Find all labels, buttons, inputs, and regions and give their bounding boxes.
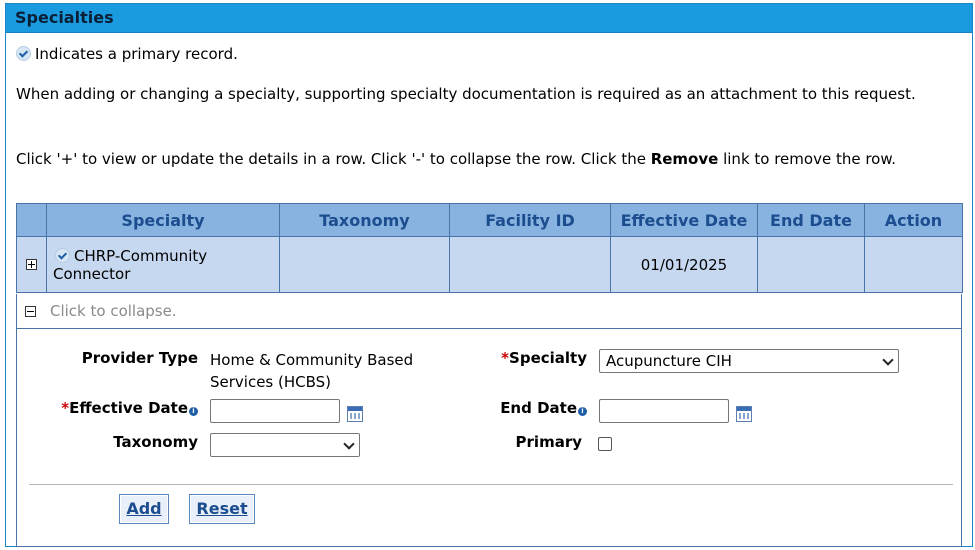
instructions-part2: link to remove the row. <box>718 150 897 168</box>
expand-cell <box>16 236 47 293</box>
primary-checkbox[interactable] <box>598 437 612 451</box>
taxonomy-label: Taxonomy <box>113 433 198 451</box>
specialty-label: *Specialty <box>487 349 587 367</box>
chevron-down-icon <box>882 354 894 366</box>
instructions-remove-word: Remove <box>650 150 719 168</box>
specialty-cell: CHRP-Community Connector <box>46 236 280 293</box>
specialty-detail-form: Provider Type Home & Community Based Ser… <box>16 329 962 547</box>
chevron-down-icon <box>343 438 355 450</box>
primary-legend: Indicates a primary record. <box>16 44 952 65</box>
end-date-input[interactable] <box>599 399 729 423</box>
primary-legend-text: Indicates a primary record. <box>35 45 238 63</box>
calendar-icon[interactable] <box>347 406 363 422</box>
taxonomy-select[interactable] <box>210 433 360 457</box>
add-button[interactable]: Add <box>119 494 169 524</box>
specialty-select[interactable]: Acupuncture CIH <box>599 349 899 373</box>
col-expand <box>16 203 47 237</box>
required-mark: * <box>501 349 510 367</box>
calendar-icon[interactable] <box>736 406 752 422</box>
col-specialty[interactable]: Specialty <box>46 203 280 237</box>
required-mark: * <box>61 399 70 417</box>
effective-date-label: *Effective Date i <box>37 399 198 417</box>
instructions-part1: Click '+' to view or update the details … <box>16 150 651 168</box>
info-icon[interactable]: i <box>578 407 587 416</box>
provider-type-value: Home & Community Based Services (HCBS) <box>210 351 414 391</box>
effective-date-label-text: Effective Date <box>69 399 188 417</box>
col-action: Action <box>864 203 963 237</box>
info-icon[interactable]: i <box>189 407 198 416</box>
table-row: CHRP-Community Connector 01/01/2025 <box>16 236 963 293</box>
table-header-row: Specialty Taxonomy Facility ID Effective… <box>16 203 963 237</box>
panel-title: Specialties <box>6 4 972 33</box>
col-taxonomy[interactable]: Taxonomy <box>279 203 450 237</box>
specialty-value: CHRP-Community Connector <box>53 246 208 283</box>
expand-plus-icon[interactable] <box>26 258 37 270</box>
col-facility-id[interactable]: Facility ID <box>449 203 611 237</box>
specialties-panel: Specialties Indicates a primary record. … <box>5 3 973 547</box>
effective-date-input[interactable] <box>210 399 340 423</box>
specialties-table: Specialty Taxonomy Facility ID Effective… <box>16 203 963 293</box>
col-end-date[interactable]: End Date <box>757 203 865 237</box>
end-date-label-text: End Date <box>500 399 577 417</box>
action-cell <box>864 236 963 293</box>
specialty-label-text: Specialty <box>509 349 587 367</box>
collapse-text[interactable]: Click to collapse. <box>50 302 177 320</box>
effective-date-cell: 01/01/2025 <box>610 236 758 293</box>
collapse-row[interactable]: Click to collapse. <box>16 294 962 329</box>
end-date-label: End Date i <box>487 399 587 417</box>
instructions-text: Click '+' to view or update the details … <box>16 149 952 170</box>
end-date-cell <box>757 236 865 293</box>
primary-check-icon <box>55 247 70 263</box>
facility-id-cell <box>449 236 611 293</box>
documentation-note: When adding or changing a specialty, sup… <box>16 85 916 103</box>
primary-label: Primary <box>515 433 582 451</box>
primary-check-icon <box>16 46 31 61</box>
form-divider <box>29 484 953 485</box>
reset-button[interactable]: Reset <box>189 494 255 524</box>
specialty-select-value: Acupuncture CIH <box>606 352 732 370</box>
taxonomy-cell <box>279 236 450 293</box>
provider-type-label: Provider Type <box>81 349 198 367</box>
collapse-minus-icon[interactable] <box>25 306 36 317</box>
col-effective-date[interactable]: Effective Date <box>610 203 758 237</box>
